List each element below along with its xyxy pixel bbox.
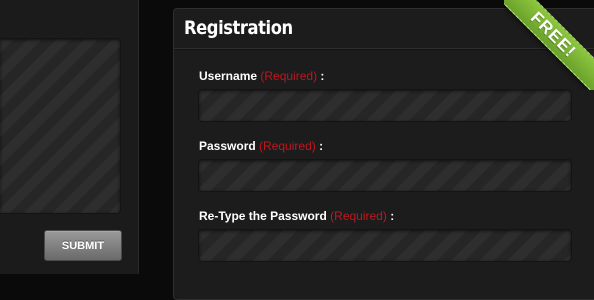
username-input[interactable] (198, 89, 572, 122)
retype-password-input[interactable] (198, 229, 572, 262)
password-label-colon: : (319, 139, 324, 153)
submit-button[interactable]: SUBMIT (44, 230, 122, 261)
password-label: Password (Required) : (199, 139, 323, 153)
retype-password-label-text: Re-Type the Password (199, 209, 327, 223)
message-textarea[interactable] (0, 38, 121, 214)
left-panel: SUBMIT (0, 0, 139, 274)
password-input[interactable] (198, 159, 572, 192)
free-ribbon: FREE! (504, 0, 594, 90)
username-label-colon: : (320, 69, 325, 83)
registration-title: Registration (184, 17, 293, 39)
username-required-note: (Required) (260, 69, 318, 83)
password-label-text: Password (199, 139, 256, 153)
retype-password-label: Re-Type the Password (Required) : (199, 209, 394, 223)
free-ribbon-corner: FREE! (504, 0, 594, 90)
retype-password-required-note: (Required) (330, 209, 387, 223)
username-label-text: Username (199, 69, 258, 83)
password-required-note: (Required) (259, 139, 316, 153)
username-label: Username (Required) : (199, 69, 324, 83)
retype-password-label-colon: : (390, 209, 395, 223)
